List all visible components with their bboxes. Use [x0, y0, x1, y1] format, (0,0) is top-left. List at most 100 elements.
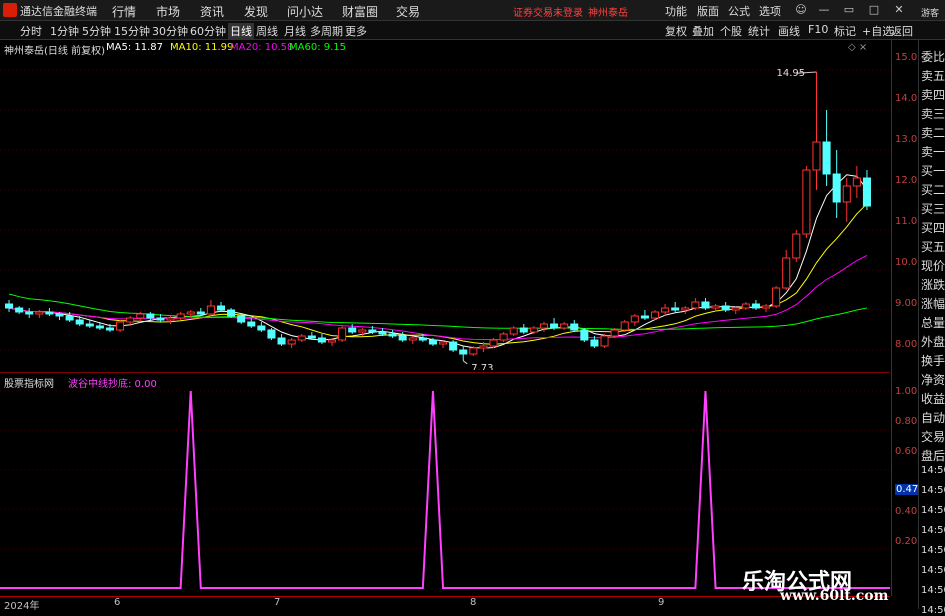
candle-body[interactable] — [499, 333, 508, 341]
tool-stats[interactable]: 统计 — [748, 23, 770, 39]
period-1min[interactable]: 1分钟 — [50, 23, 79, 39]
tool-adjust[interactable]: 复权 — [665, 23, 687, 39]
candle-body[interactable] — [196, 311, 205, 315]
candle-body[interactable] — [418, 337, 427, 341]
candle-body[interactable] — [146, 313, 155, 319]
candle-body[interactable] — [792, 233, 801, 259]
menu-news[interactable]: 资讯 — [200, 3, 224, 20]
period-daily[interactable]: 日线 — [228, 23, 254, 39]
candle-body[interactable] — [650, 311, 660, 319]
candle-body[interactable] — [267, 329, 276, 339]
candle-body[interactable] — [570, 323, 579, 331]
candle-body[interactable] — [45, 311, 54, 315]
candle-body[interactable] — [95, 325, 104, 329]
period-5min[interactable]: 5分钟 — [82, 23, 111, 39]
candle-body[interactable] — [65, 315, 74, 321]
candle-body[interactable] — [812, 141, 821, 171]
candle-body[interactable] — [55, 313, 64, 317]
candle-body[interactable] — [156, 317, 165, 321]
menu-discover[interactable]: 发现 — [244, 3, 268, 20]
close-icon[interactable]: ✕ — [890, 3, 908, 17]
period-30min[interactable]: 30分钟 — [152, 23, 188, 39]
candle-body[interactable] — [701, 301, 710, 309]
candle-body[interactable] — [307, 335, 316, 339]
candle-body[interactable] — [5, 303, 14, 309]
candle-body[interactable] — [751, 303, 760, 309]
menu-options[interactable]: 选项 — [759, 3, 781, 19]
candle-body[interactable] — [550, 323, 559, 329]
period-timeshare[interactable]: 分时 — [20, 23, 42, 39]
candle-body[interactable] — [287, 339, 296, 345]
candle-body[interactable] — [519, 327, 528, 333]
candle-body[interactable] — [227, 309, 236, 317]
candle-body[interactable] — [105, 327, 115, 331]
candle-body[interactable] — [116, 321, 125, 331]
candle-body[interactable] — [610, 329, 619, 337]
candle-body[interactable] — [580, 329, 589, 341]
tool-stock[interactable]: 个股 — [720, 23, 742, 39]
candle-body[interactable] — [479, 345, 488, 349]
candle-body[interactable] — [186, 311, 195, 315]
period-multi[interactable]: 多周期 — [310, 23, 343, 39]
candle-body[interactable] — [388, 333, 397, 337]
candle-body[interactable] — [439, 341, 448, 345]
candle-body[interactable] — [671, 307, 680, 311]
maximize-icon[interactable]: □ — [865, 3, 883, 17]
tool-mark[interactable]: 标记 — [834, 23, 856, 39]
candle-body[interactable] — [358, 329, 367, 333]
candle-body[interactable] — [327, 339, 337, 343]
candle-body[interactable] — [216, 305, 226, 311]
candle-body[interactable] — [539, 323, 549, 329]
indicator-name[interactable]: 股票指标网 — [4, 375, 54, 390]
candle-body[interactable] — [832, 173, 841, 203]
menu-formula[interactable]: 公式 — [728, 3, 750, 19]
candle-body[interactable] — [640, 315, 649, 319]
candle-body[interactable] — [176, 313, 185, 319]
candle-body[interactable] — [348, 327, 357, 333]
candle-body[interactable] — [529, 327, 538, 333]
login-notice[interactable]: 证券交易未登录 — [513, 4, 583, 19]
menu-market[interactable]: 市场 — [156, 3, 180, 20]
menu-ask[interactable]: 问小达 — [287, 3, 323, 20]
candle-body[interactable] — [126, 317, 135, 323]
candle-body[interactable] — [782, 257, 791, 289]
candle-body[interactable] — [802, 169, 811, 235]
menu-layout[interactable]: 版面 — [697, 3, 719, 19]
candle-body[interactable] — [620, 321, 629, 331]
candle-body[interactable] — [378, 331, 387, 335]
candle-body[interactable] — [600, 335, 609, 347]
tool-draw[interactable]: 画线 — [778, 23, 800, 39]
candle-body[interactable] — [862, 177, 871, 207]
candle-body[interactable] — [469, 347, 478, 355]
candle-body[interactable] — [630, 315, 639, 323]
tool-back[interactable]: 返回 — [891, 23, 913, 39]
restore-icon[interactable]: ▭ — [840, 3, 858, 17]
candle-body[interactable] — [560, 323, 569, 329]
candle-body[interactable] — [166, 317, 175, 321]
user-icon[interactable]: ☺ — [792, 3, 810, 17]
candle-body[interactable] — [206, 305, 215, 315]
candle-body[interactable] — [661, 307, 670, 313]
candle-body[interactable] — [711, 305, 720, 309]
candle-body[interactable] — [459, 349, 468, 355]
candle-body[interactable] — [25, 311, 34, 315]
period-weekly[interactable]: 周线 — [256, 23, 278, 39]
candle-body[interactable] — [408, 337, 417, 341]
menu-quotes[interactable]: 行情 — [112, 3, 136, 20]
chart-settings-icon[interactable]: ◇ × — [848, 42, 867, 53]
period-monthly[interactable]: 月线 — [284, 23, 306, 39]
candle-body[interactable] — [852, 177, 861, 187]
tool-overlay[interactable]: 叠加 — [692, 23, 714, 39]
candle-body[interactable] — [489, 339, 498, 347]
menu-function[interactable]: 功能 — [665, 3, 687, 19]
period-60min[interactable]: 60分钟 — [190, 23, 226, 39]
candle-body[interactable] — [136, 313, 145, 319]
candle-body[interactable] — [741, 303, 750, 309]
candle-body[interactable] — [257, 325, 266, 331]
candle-body[interactable] — [681, 307, 690, 311]
candle-body[interactable] — [772, 287, 781, 307]
menu-trade[interactable]: 交易 — [396, 3, 420, 20]
minimize-icon[interactable]: — — [815, 3, 833, 17]
candle-body[interactable] — [15, 307, 24, 313]
tool-f10[interactable]: F10 — [808, 23, 828, 36]
